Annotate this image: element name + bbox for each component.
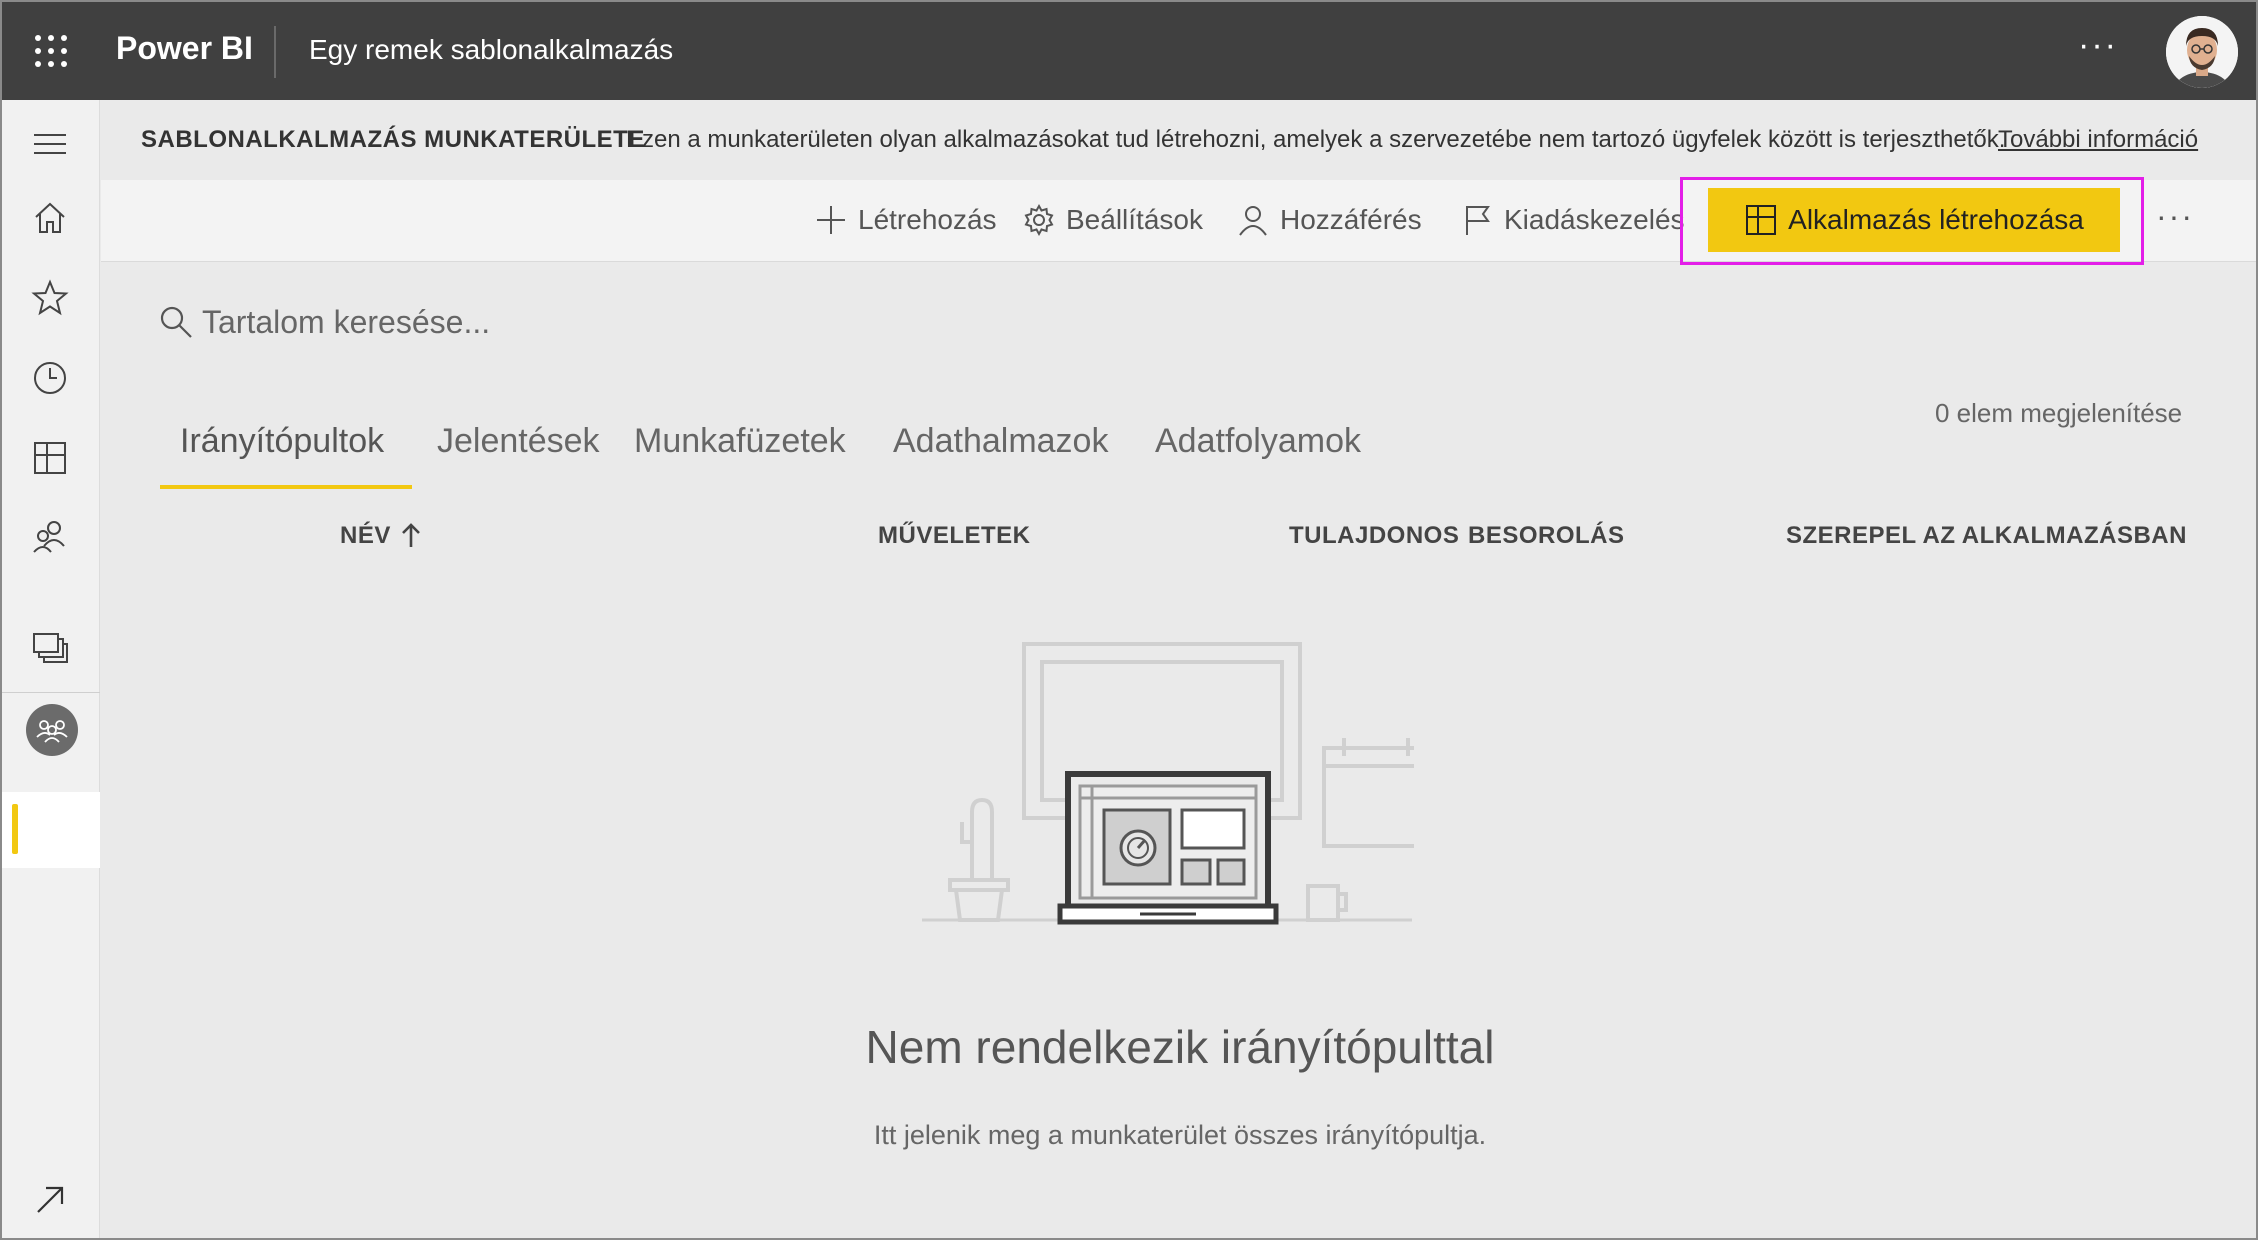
tab-dashboards[interactable]: Irányítópultok [180,422,384,461]
nav-separator [2,692,100,693]
workspace-banner: SABLONALKALMAZÁS MUNKATERÜLETE Ezen a mu… [101,100,2256,180]
tab-datasets[interactable]: Adathalmazok [893,422,1108,461]
header-more-button[interactable]: ··· [2078,26,2118,65]
workspace-avatar-icon[interactable] [26,704,78,756]
column-header-in-app[interactable]: SZEREPEL AZ ALKALMAZÁSBAN [1786,522,2187,550]
star-icon[interactable] [30,278,70,318]
column-header-actions: MŰVELETEK [878,522,1031,549]
create-label: Létrehozás [858,204,997,235]
active-tab-indicator [160,485,412,489]
home-icon[interactable] [30,198,70,238]
access-label: Hozzáférés [1280,204,1422,235]
create-app-label: Alkalmazás létrehozása [1788,204,2084,235]
more-info-link[interactable]: További információ [1998,126,2198,154]
header-divider [274,26,276,78]
empty-state-title: Nem rendelkezik irányítópulttal [865,1021,1495,1073]
clock-icon[interactable] [30,358,70,398]
app-launcher-icon[interactable] [34,34,68,68]
empty-dashboard-illustration [922,642,1414,925]
column-header-owner[interactable]: TULAJDONOS [1289,522,1459,550]
sort-ascending-icon[interactable] [399,521,423,549]
create-button[interactable]: Létrehozás [814,202,997,238]
toolbar-more-button[interactable]: ··· [2156,198,2194,235]
settings-button[interactable]: Beállítások [1022,202,1203,238]
empty-state-subtitle: Itt jelenik meg a munkaterület összes ir… [873,1120,1487,1150]
content-search [158,300,802,344]
user-avatar[interactable] [2166,16,2238,88]
access-button[interactable]: Hozzáférés [1236,202,1422,238]
search-icon [160,306,192,338]
banner-title: SABLONALKALMAZÁS MUNKATERÜLETE [141,126,645,153]
top-bar: Power BI Egy remek sablonalkalmazás ··· [2,2,2256,100]
tab-dataflows[interactable]: Adatfolyamok [1155,422,1361,461]
tab-reports[interactable]: Jelentések [437,422,600,461]
banner-text: Ezen a munkaterületen olyan alkalmazások… [626,126,2006,153]
tab-workbooks[interactable]: Munkafüzetek [634,422,846,461]
shared-icon[interactable] [30,516,70,556]
release-management-label: Kiadáskezelés [1504,204,1685,235]
create-app-button[interactable]: Alkalmazás létrehozása [1708,188,2120,252]
column-header-name[interactable]: NÉV [340,522,391,550]
expand-icon[interactable] [30,1180,70,1220]
item-count: 0 elem megjelenítése [1935,398,2183,428]
hamburger-icon[interactable] [30,124,70,164]
apps-icon[interactable] [30,438,70,478]
app-title: Egy remek sablonalkalmazás [309,34,674,65]
brand-name[interactable]: Power BI [116,30,253,67]
search-input[interactable] [202,303,802,341]
nav-active-indicator [12,804,18,854]
settings-label: Beállítások [1066,204,1203,235]
release-management-button[interactable]: Kiadáskezelés [1460,202,1685,238]
column-header-classification[interactable]: BESOROLÁS [1468,522,1625,550]
app-window: Power BI Egy remek sablonalkalmazás ··· [0,0,2258,1240]
workspaces-icon[interactable] [30,626,70,666]
